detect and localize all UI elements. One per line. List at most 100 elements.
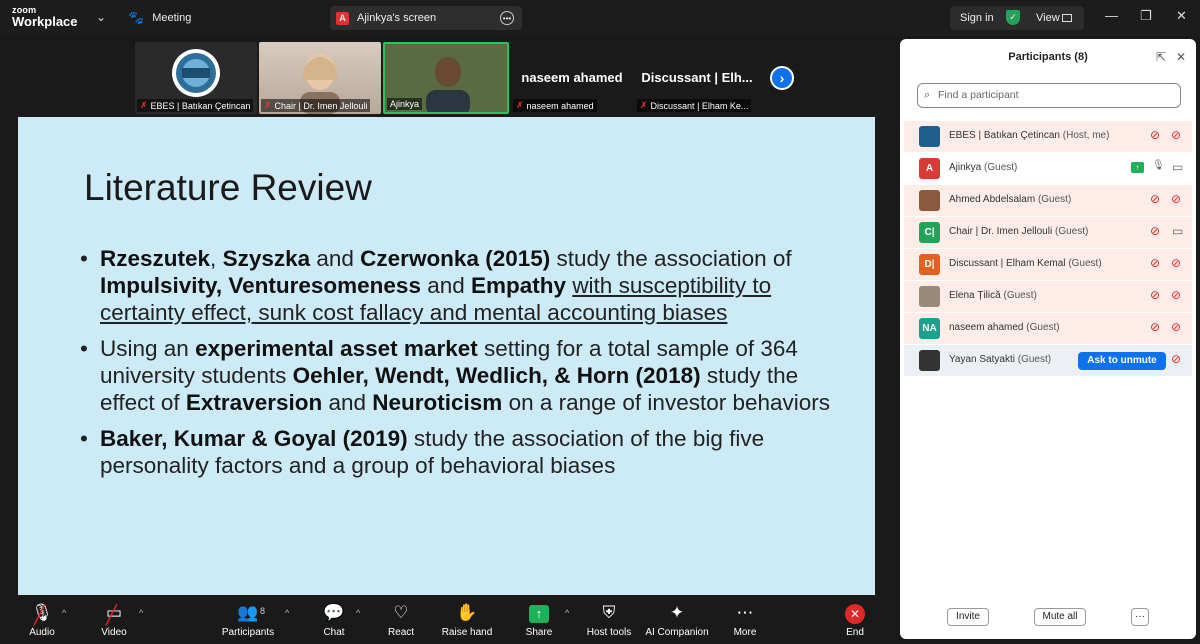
video-tile[interactable]: ✗ Chair | Dr. Imen Jellouli — [259, 42, 381, 114]
raise-hand-button[interactable]: ✋ Raise hand — [440, 602, 494, 638]
video-tile-active-speaker[interactable]: Ajinkya — [383, 42, 509, 114]
participants-options-caret-icon[interactable]: ^ — [285, 608, 289, 618]
minimize-icon[interactable]: — — [1105, 8, 1118, 23]
more-options-icon[interactable]: ••• — [500, 11, 514, 25]
bullet-text-run: experimental asset market — [195, 336, 478, 361]
participant-row[interactable]: NA naseem ahamed (Guest) ⊘ ⊘ — [904, 313, 1192, 344]
ai-companion-label: AI Companion — [645, 627, 709, 638]
avatar — [919, 190, 940, 211]
search-placeholder: Find a participant — [938, 89, 1019, 101]
sparkle-icon: ✦ — [669, 603, 685, 622]
mic-off-icon: ✗ — [264, 100, 272, 110]
participant-name-label: Discussant | Elham Kemal (Guest) — [949, 258, 1102, 269]
bullet-text-run: Oehler, Wendt, Wedlich, & Horn (2018) — [292, 363, 701, 388]
participant-role: (Guest) — [1017, 354, 1052, 365]
mic-off-icon[interactable]: ⊘ — [1150, 224, 1160, 238]
more-options-button[interactable]: ··· — [1131, 608, 1149, 626]
participant-role: (Guest) — [984, 162, 1018, 173]
camera-off-icon[interactable]: ⊘ — [1171, 256, 1181, 270]
share-label: Share — [525, 627, 553, 638]
participant-name-label: Yayan Satyakti (Guest) — [949, 354, 1051, 365]
meeting-toolbar: 🎙 ╱ Audio ^ ▭ ╱ Video ^ 👥 Participants 8 ^… — [0, 598, 896, 644]
bullet-text-run: and — [310, 246, 361, 271]
participant-row[interactable]: C| Chair | Dr. Imen Jellouli (Guest) ⊘ ▭ — [904, 217, 1192, 248]
participant-row[interactable]: EBES | Batıkan Çetincan (Host, me) ⊘ ⊘ — [904, 121, 1192, 152]
sign-in-button[interactable]: Sign in — [960, 12, 994, 24]
end-button[interactable]: ✕ End — [838, 602, 872, 638]
meeting-tab-label: Meeting — [152, 12, 192, 24]
camera-on-icon[interactable]: ▭ — [1172, 224, 1183, 238]
video-tile[interactable]: ✗ EBES | Batıkan Çetincan — [135, 42, 257, 114]
participant-row[interactable]: Yayan Satyakti (Guest) Ask to unmute ⊘ — [904, 345, 1192, 376]
participant-role: (Guest) — [1068, 258, 1102, 269]
chat-icon: 💬 — [323, 603, 345, 622]
video-button[interactable]: ▭ ╱ Video — [94, 602, 134, 638]
tile-name-label: Ajinkya — [387, 98, 423, 110]
video-options-caret-icon[interactable]: ^ — [139, 608, 143, 618]
invite-button[interactable]: Invite — [947, 608, 989, 626]
participant-role: (Host, me) — [1062, 130, 1110, 141]
panel-header-icons: ⇱ ✕ — [1156, 50, 1186, 64]
close-panel-icon[interactable]: ✕ — [1176, 50, 1186, 64]
video-strip: ✗ EBES | Batıkan Çetincan ✗ Chair | Dr. Im… — [0, 42, 896, 114]
close-icon[interactable]: ✕ — [1176, 8, 1187, 24]
share-button[interactable]: ↑ Share — [520, 602, 558, 638]
participant-search-input[interactable]: ⌕ Find a participant — [917, 83, 1181, 108]
participants-button[interactable]: 👥 Participants — [218, 602, 278, 638]
video-tile[interactable]: naseem ahamed ✗ naseem ahamed — [511, 42, 633, 114]
camera-off-icon[interactable]: ⊘ — [1171, 128, 1181, 142]
chat-options-caret-icon[interactable]: ^ — [356, 608, 360, 618]
audio-button[interactable]: 🎙 ╱ Audio — [22, 602, 62, 638]
pop-out-icon[interactable]: ⇱ — [1156, 50, 1166, 64]
bullet-text-run: Empathy — [471, 273, 567, 298]
camera-off-icon[interactable]: ⊘ — [1171, 352, 1181, 366]
title-bar: zoom Workplace ⌄ 🐾 Meeting A Ajinkya's s… — [0, 0, 1200, 36]
share-options-caret-icon[interactable]: ^ — [565, 608, 569, 618]
mic-off-icon[interactable]: ⊘ — [1150, 192, 1160, 206]
meeting-tab[interactable]: 🐾 Meeting — [128, 8, 191, 28]
participant-name: Discussant | Elham Kemal — [949, 258, 1066, 269]
logo-line2: Workplace — [12, 14, 78, 29]
participant-row[interactable]: D| Discussant | Elham Kemal (Guest) ⊘ ⊘ — [904, 249, 1192, 280]
more-button[interactable]: ⋯ More — [726, 602, 764, 638]
mic-off-icon: ✗ — [140, 100, 148, 110]
react-button[interactable]: ♡ React — [382, 602, 420, 638]
participant-role: (Guest) — [1054, 226, 1089, 237]
tile-name-label: ✗ Chair | Dr. Imen Jellouli — [261, 99, 371, 112]
bullet-dot-icon: • — [80, 336, 88, 361]
mic-off-icon[interactable]: ⊘ — [1150, 256, 1160, 270]
mic-off-icon[interactable]: ⊘ — [1150, 288, 1160, 302]
ai-companion-button[interactable]: ✦ AI Companion — [644, 602, 710, 638]
camera-off-icon[interactable]: ⊘ — [1171, 288, 1181, 302]
mic-off-icon[interactable]: ⊘ — [1150, 128, 1160, 142]
host-tools-button[interactable]: ⛨ Host tools — [584, 602, 634, 638]
audio-options-caret-icon[interactable]: ^ — [62, 608, 66, 618]
chevron-down-icon[interactable]: ⌄ — [96, 10, 106, 24]
heart-icon: ♡ — [393, 603, 409, 622]
next-page-arrow-icon[interactable]: › — [770, 66, 794, 90]
chat-button[interactable]: 💬 Chat — [316, 602, 352, 638]
bullet-text-run: and — [420, 273, 472, 298]
screen-tab-badge: A — [336, 11, 349, 25]
avatar: NA — [919, 318, 940, 339]
tile-name-label: ✗ naseem ahamed — [513, 99, 597, 112]
mic-off-icon[interactable]: ⊘ — [1150, 320, 1160, 334]
camera-off-icon[interactable]: ⊘ — [1171, 320, 1181, 334]
video-tile[interactable]: Discussant | Elh... ✗ Discussant | Elham … — [635, 42, 759, 114]
mute-all-button[interactable]: Mute all — [1034, 608, 1086, 626]
ebes-logo-image — [172, 49, 220, 97]
participant-row[interactable]: Ahmed Abdelsalam (Guest) ⊘ ⊘ — [904, 185, 1192, 216]
security-shield-icon[interactable]: ✓ — [1006, 10, 1020, 25]
tile-name: Discussant | Elham Ke... — [650, 100, 749, 111]
mic-on-icon[interactable]: 🎙 — [1152, 160, 1165, 171]
restore-icon[interactable]: ❐ — [1140, 8, 1152, 24]
camera-on-icon[interactable]: ▭ — [1172, 160, 1183, 174]
ask-to-unmute-button[interactable]: Ask to unmute — [1078, 352, 1166, 370]
view-button[interactable]: View — [1036, 12, 1060, 24]
avatar — [919, 350, 940, 371]
participant-row[interactable]: A Ajinkya (Guest) ↑ 🎙 ▭ — [904, 153, 1192, 184]
shared-screen-tab[interactable]: A Ajinkya's screen ••• — [330, 6, 522, 30]
participant-row[interactable]: Elena Țilică (Guest) ⊘ ⊘ — [904, 281, 1192, 312]
camera-off-icon[interactable]: ⊘ — [1171, 192, 1181, 206]
video-label: Video — [101, 627, 127, 638]
